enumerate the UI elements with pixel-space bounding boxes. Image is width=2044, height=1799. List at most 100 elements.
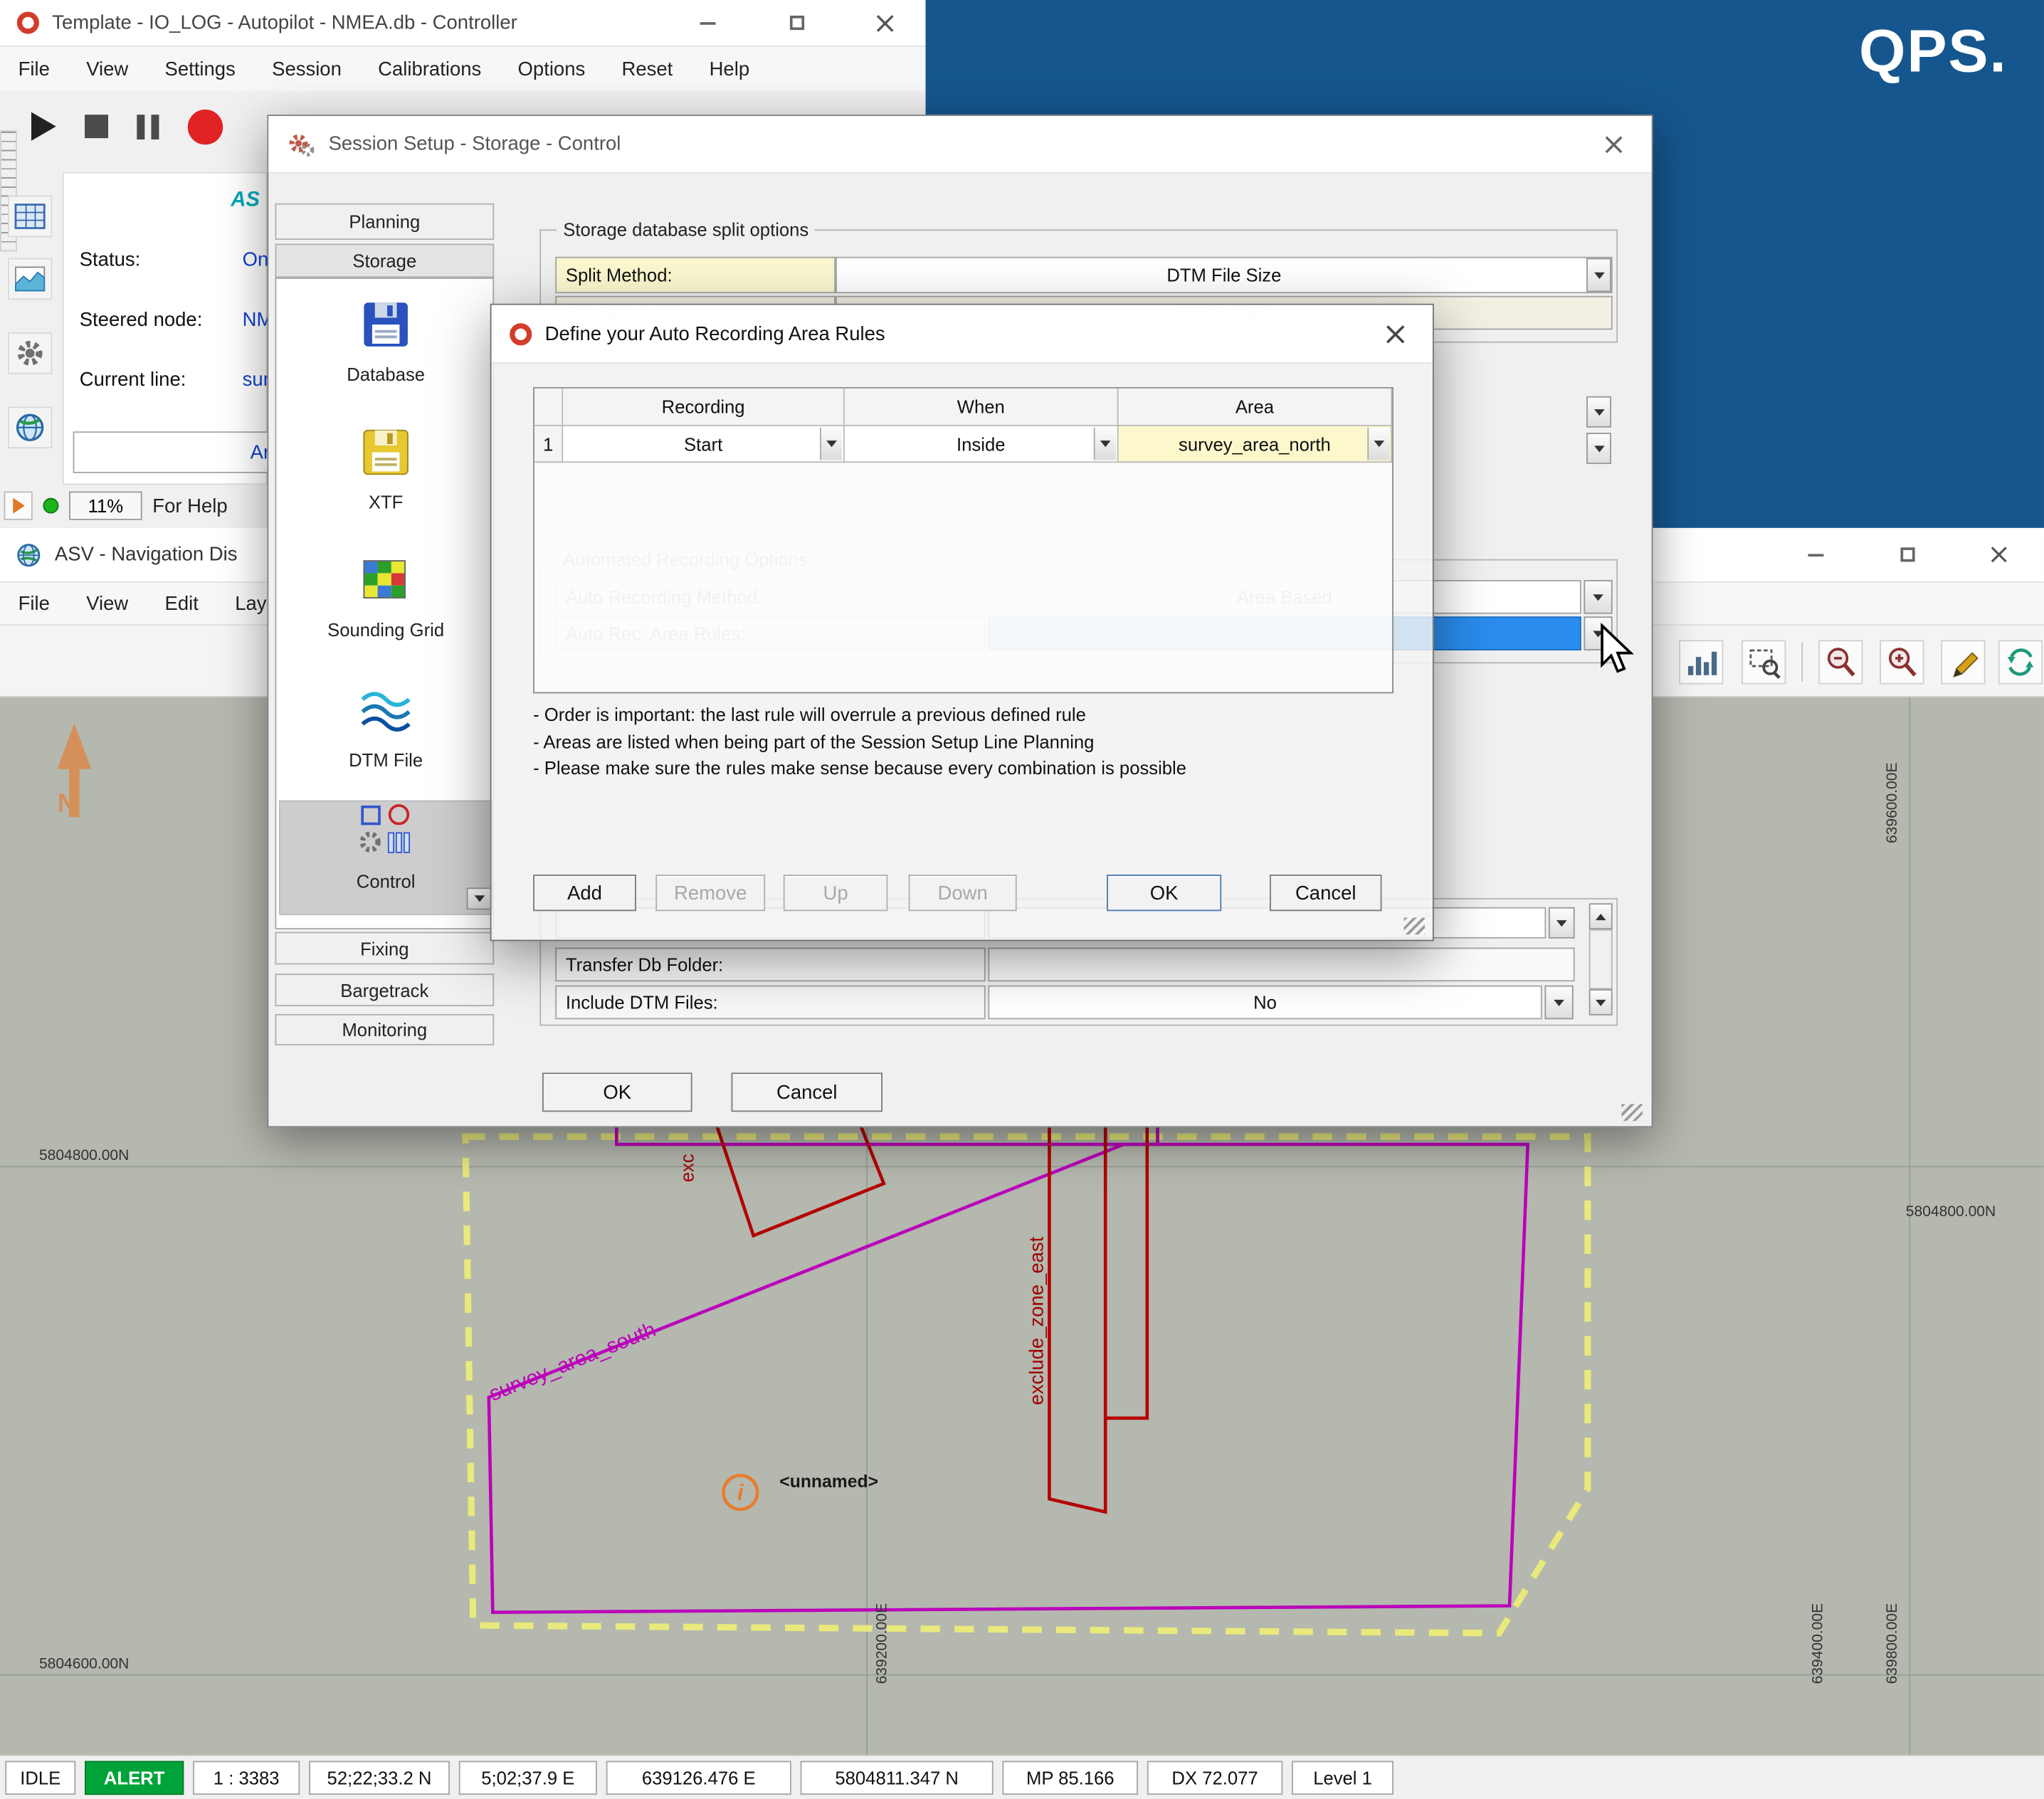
record-icon[interactable]: [188, 109, 223, 144]
nav-menu-file[interactable]: File: [0, 592, 68, 614]
menu-file[interactable]: File: [0, 58, 68, 80]
transfer-db-folder-field[interactable]: [988, 948, 1574, 982]
menu-view[interactable]: View: [68, 58, 147, 80]
recording-dropdown-icon[interactable]: [820, 428, 842, 460]
remove-rule-button[interactable]: Remove: [655, 875, 765, 911]
nav-menu-edit[interactable]: Edit: [147, 592, 217, 614]
refresh-icon[interactable]: [1998, 640, 2043, 684]
sidebar-item-control[interactable]: Control: [279, 801, 492, 915]
split-method-combo[interactable]: DTM File Size: [836, 257, 1613, 293]
rules-close-icon[interactable]: [1375, 305, 1414, 363]
help-hint: For Help: [152, 495, 227, 517]
controller-progress-row: 11% For Help: [0, 487, 267, 524]
histogram-icon[interactable]: [1679, 640, 1723, 684]
pause-icon[interactable]: [137, 114, 159, 139]
rules-ok-button[interactable]: OK: [1107, 875, 1221, 911]
controller-close-icon[interactable]: [855, 0, 915, 46]
auto-method-dropdown-icon[interactable]: [1584, 580, 1612, 614]
status-easting: 639126.476 E: [606, 1761, 791, 1795]
dtm-waves-icon: [359, 683, 413, 738]
when-dropdown-icon[interactable]: [1094, 428, 1116, 460]
status-row: Status: On: [80, 249, 141, 271]
tab-fixing[interactable]: Fixing: [275, 932, 494, 965]
menu-session[interactable]: Session: [253, 58, 359, 80]
split-method-dropdown-icon[interactable]: [1586, 258, 1611, 292]
note-areas: - Areas are listed when being part of th…: [533, 732, 1094, 752]
status-alert-badge: ALERT: [85, 1761, 184, 1795]
add-rule-button[interactable]: Add: [533, 875, 636, 911]
control-options-dropdown-icon[interactable]: [467, 887, 493, 909]
zoom-area-icon[interactable]: [1742, 640, 1786, 684]
controller-status-panel: AS Status: On Steered node: NM Current l…: [63, 172, 268, 485]
tab-storage[interactable]: Storage: [275, 244, 494, 278]
status-idle: IDLE: [5, 1761, 75, 1795]
nav-minimize-icon[interactable]: [1786, 527, 1845, 582]
scrollbar-track[interactable]: [1589, 929, 1613, 989]
menu-settings[interactable]: Settings: [147, 58, 254, 80]
sidebar-item-database[interactable]: Database: [279, 297, 492, 385]
scroll-up-icon[interactable]: [1589, 903, 1613, 929]
recording-combo[interactable]: Start: [563, 426, 845, 463]
area-rules-dialog: Define your Auto Recording Area Rules Re…: [490, 304, 1434, 941]
sidebar-item-dtm-file[interactable]: DTM File: [279, 683, 492, 771]
status-level: Level 1: [1292, 1761, 1394, 1795]
play-icon[interactable]: [31, 112, 56, 141]
session-close-icon[interactable]: [1594, 115, 1633, 173]
menu-calibrations[interactable]: Calibrations: [360, 58, 500, 80]
mouse-cursor: [1598, 623, 1638, 675]
hidden-combo-dropdown-icon-1[interactable]: [1586, 396, 1611, 428]
rules-title: Define your Auto Recording Area Rules: [545, 322, 885, 344]
unnamed-label: <unnamed>: [779, 1472, 878, 1492]
rules-resize-grip[interactable]: [1404, 917, 1425, 934]
include-dtm-dropdown-icon[interactable]: [1544, 986, 1573, 1020]
measure-pen-icon[interactable]: [1941, 640, 1985, 684]
session-resize-grip[interactable]: [1622, 1104, 1643, 1121]
area-dropdown-icon[interactable]: [1367, 428, 1389, 460]
menu-options[interactable]: Options: [500, 58, 604, 80]
exclude-zone-west-label: exc: [678, 1154, 697, 1182]
scroll-down-icon[interactable]: [1589, 989, 1613, 1015]
tab-bargetrack[interactable]: Bargetrack: [275, 974, 494, 1006]
controller-minimize-icon[interactable]: [678, 0, 737, 46]
include-dtm-files-combo[interactable]: No: [988, 986, 1542, 1020]
sidebar-item-sounding-grid[interactable]: Sounding Grid: [279, 553, 492, 640]
status-dx: DX 72.077: [1147, 1761, 1282, 1795]
session-ok-button[interactable]: OK: [542, 1072, 692, 1112]
tab-planning[interactable]: Planning: [275, 204, 494, 240]
nav-maximize-icon[interactable]: [1877, 527, 1937, 582]
status-longitude: 5;02;37.9 E: [459, 1761, 597, 1795]
menu-reset[interactable]: Reset: [604, 58, 691, 80]
nav-close-icon[interactable]: [1969, 527, 2028, 582]
controller-title: Template - IO_LOG - Autopilot - NMEA.db …: [52, 11, 517, 33]
rules-cancel-button[interactable]: Cancel: [1270, 875, 1382, 911]
controller-titlebar: Template - IO_LOG - Autopilot - NMEA.db …: [0, 0, 925, 47]
stop-icon[interactable]: [85, 115, 108, 138]
controller-maximize-icon[interactable]: [766, 0, 826, 46]
gear-icon[interactable]: [8, 332, 52, 374]
menu-help[interactable]: Help: [691, 58, 768, 80]
zoom-in-icon[interactable]: [1880, 640, 1924, 684]
hidden-property-dropdown-icon[interactable]: [1549, 907, 1575, 939]
coord-label-north-1: 5804800.00N: [39, 1147, 129, 1164]
coord-label-east-4: 639800.00E: [1884, 1603, 1900, 1684]
corner-header-cell: [534, 389, 563, 426]
status-northing: 5804811.347 N: [801, 1761, 994, 1795]
nav-menu-view[interactable]: View: [68, 592, 147, 614]
when-combo[interactable]: Inside: [845, 426, 1119, 463]
hidden-combo-dropdown-icon-2[interactable]: [1586, 433, 1611, 464]
header-recording: Recording: [563, 389, 845, 426]
session-title: Session Setup - Storage - Control: [329, 133, 621, 155]
profile-chart-icon[interactable]: [8, 258, 52, 300]
tab-monitoring[interactable]: Monitoring: [275, 1014, 494, 1045]
status-mp: MP 85.166: [1003, 1761, 1138, 1795]
coord-label-east-3: 639600.00E: [1884, 763, 1900, 844]
export-icon[interactable]: [4, 492, 32, 520]
area-combo[interactable]: survey_area_north: [1119, 426, 1393, 463]
sidebar-item-xtf[interactable]: XTF: [279, 425, 492, 512]
session-cancel-button[interactable]: Cancel: [732, 1072, 883, 1112]
grid-view-icon[interactable]: [8, 196, 52, 238]
zoom-out-icon[interactable]: [1818, 640, 1863, 684]
move-up-button[interactable]: Up: [784, 875, 888, 911]
move-down-button[interactable]: Down: [909, 875, 1017, 911]
world-icon[interactable]: [8, 406, 52, 448]
